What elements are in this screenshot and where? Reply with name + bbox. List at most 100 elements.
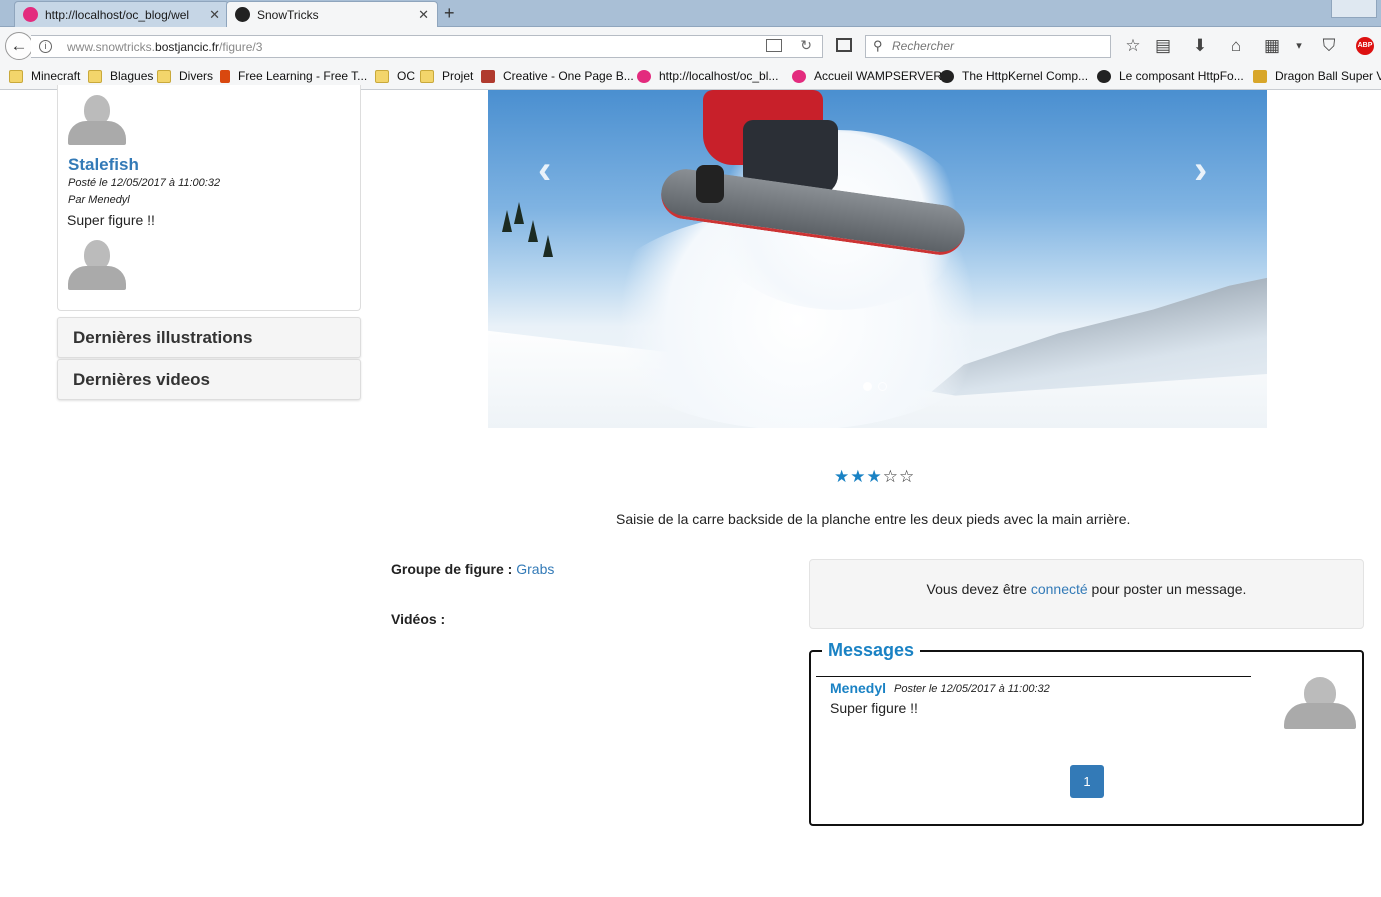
- bookmark-label: The HttpKernel Comp...: [962, 69, 1089, 83]
- carousel-dot[interactable]: [863, 382, 872, 391]
- tab-bar: http://localhost/oc_blog/wel ✕ SnowTrick…: [0, 0, 1381, 27]
- comment-by: Par Menedyl: [68, 194, 130, 206]
- star-empty-icon: ☆: [882, 467, 899, 486]
- folder-icon: [420, 69, 434, 83]
- bookmark-label: OC: [397, 69, 415, 83]
- login-link[interactable]: connecté: [1031, 581, 1088, 597]
- figure-rating: ★★★☆☆: [834, 467, 915, 487]
- extension-icon[interactable]: ▦: [1261, 35, 1283, 57]
- star-filled-icon: ★: [834, 467, 851, 486]
- chevron-down-icon[interactable]: ▾: [1288, 35, 1310, 57]
- latest-comments-panel: Stalefish Posté le 12/05/2017 à 11:00:32…: [57, 85, 361, 311]
- bookmark-item[interactable]: Minecraft: [9, 69, 80, 83]
- figure-group: Groupe de figure : Grabs: [391, 561, 554, 577]
- search-input[interactable]: [892, 39, 1092, 53]
- reader-view-icon[interactable]: [766, 39, 782, 52]
- figure-videos-label: Vidéos :: [391, 611, 446, 627]
- tab-label: SnowTricks: [257, 7, 319, 22]
- wamp-icon: [23, 7, 38, 22]
- bookmark-label: Divers: [179, 69, 214, 83]
- login-notice: Vous devez être connecté pour poster un …: [809, 559, 1364, 629]
- bookmark-star-icon[interactable]: ☆: [1122, 35, 1144, 57]
- pocket-icon[interactable]: ⛉: [1318, 35, 1340, 57]
- tab-localhost-blog[interactable]: http://localhost/oc_blog/wel ✕: [14, 1, 229, 27]
- bookmark-item[interactable]: Accueil WAMPSERVER: [792, 69, 942, 83]
- bookmark-item[interactable]: Projet: [420, 69, 473, 83]
- home-icon[interactable]: ⌂: [1225, 35, 1247, 57]
- figure-carousel[interactable]: ‹ ›: [488, 90, 1267, 428]
- folder-icon: [157, 69, 171, 83]
- tab-label: http://localhost/oc_blog/wel: [45, 7, 190, 22]
- bookmark-label: Minecraft: [31, 69, 81, 83]
- url-text[interactable]: www.snowtricks.bostjancic.fr/figure/3: [67, 40, 262, 54]
- login-notice-text-end: pour poster un message.: [1087, 581, 1247, 597]
- pagination-page-1[interactable]: 1: [1070, 765, 1104, 798]
- packt-icon: [220, 69, 230, 83]
- bookmark-item[interactable]: Creative - One Page B...: [481, 69, 634, 83]
- bookmark-item[interactable]: Le composant HttpFo...: [1097, 69, 1244, 83]
- symfony-icon: [235, 7, 250, 22]
- bookmark-item[interactable]: Dragon Ball Super V: [1253, 69, 1381, 83]
- wamp-icon: [792, 69, 806, 83]
- sidebar-icon[interactable]: [836, 38, 852, 52]
- search-bar[interactable]: ⚲: [865, 35, 1111, 58]
- comment-text: Super figure !!: [67, 212, 155, 228]
- accordion-latest-illustrations[interactable]: Dernières illustrations: [57, 317, 361, 358]
- avatar: [68, 95, 126, 145]
- carousel-prev-icon[interactable]: ‹: [538, 148, 551, 193]
- url-bar[interactable]: i www.snowtricks.bostjancic.fr/figure/3 …: [31, 35, 823, 58]
- bookmark-label: Dragon Ball Super V: [1275, 69, 1381, 83]
- messages-title: Messages: [822, 640, 921, 661]
- window-controls[interactable]: [1331, 0, 1377, 18]
- new-tab-icon[interactable]: +: [444, 3, 455, 24]
- star-empty-icon: ☆: [899, 467, 916, 486]
- navigation-toolbar: ← i www.snowtricks.bostjancic.fr/figure/…: [0, 27, 1381, 64]
- bookmark-item[interactable]: Blagues: [88, 69, 153, 83]
- bookmark-label: Accueil WAMPSERVER: [814, 69, 943, 83]
- adblock-icon[interactable]: ABP: [1356, 37, 1374, 55]
- carousel-next-icon[interactable]: ›: [1194, 148, 1207, 193]
- folder-icon: [9, 69, 23, 83]
- divider: [816, 676, 1251, 677]
- message-author[interactable]: Menedyl: [830, 680, 886, 696]
- avatar: [1284, 677, 1356, 729]
- tab-snowtricks[interactable]: SnowTricks ✕: [226, 1, 438, 27]
- symfony-icon: [940, 69, 954, 83]
- carousel-dot[interactable]: [878, 382, 887, 391]
- bookmark-label: Free Learning - Free T...: [238, 69, 368, 83]
- back-arrow-icon[interactable]: ←: [5, 32, 33, 60]
- dragonball-icon: [1253, 69, 1267, 83]
- bookmark-label: Blagues: [110, 69, 154, 83]
- avatar: [68, 240, 126, 290]
- info-icon[interactable]: i: [39, 40, 52, 53]
- snowboarder-glove: [696, 165, 724, 203]
- comment-author[interactable]: Stalefish: [68, 155, 139, 175]
- carousel-indicators[interactable]: [863, 382, 887, 391]
- bookmark-label: Le composant HttpFo...: [1119, 69, 1244, 83]
- bookmark-item[interactable]: The HttpKernel Comp...: [940, 69, 1088, 83]
- search-icon: ⚲: [873, 38, 883, 53]
- message-text: Super figure !!: [830, 700, 918, 716]
- figure-group-link[interactable]: Grabs: [516, 561, 554, 577]
- figure-videos: Vidéos :: [391, 611, 445, 627]
- folder-icon: [88, 69, 102, 83]
- bookmark-label: Projet: [442, 69, 474, 83]
- message-date: Poster le 12/05/2017 à 11:00:32: [894, 683, 1050, 695]
- close-icon[interactable]: ✕: [418, 7, 429, 23]
- download-icon[interactable]: ⬇: [1189, 35, 1211, 57]
- close-icon[interactable]: ✕: [209, 7, 220, 23]
- figure-description: Saisie de la carre backside de la planch…: [616, 511, 1131, 527]
- bookmark-item[interactable]: Free Learning - Free T...: [220, 69, 367, 83]
- bookmark-item[interactable]: OC: [375, 69, 415, 83]
- bookmarks-menu-icon[interactable]: ▤: [1152, 35, 1174, 57]
- symfony-icon: [1097, 69, 1111, 83]
- reload-icon[interactable]: ↻: [800, 37, 812, 54]
- bookmark-item[interactable]: Divers: [157, 69, 213, 83]
- folder-icon: [375, 69, 389, 83]
- page-content: Stalefish Posté le 12/05/2017 à 11:00:32…: [0, 85, 1381, 897]
- star-filled-icon: ★: [866, 467, 883, 486]
- bookmark-label: http://localhost/oc_bl...: [659, 69, 779, 83]
- login-notice-text: Vous devez être: [926, 581, 1031, 597]
- bookmark-item[interactable]: http://localhost/oc_bl...: [637, 69, 778, 83]
- accordion-latest-videos[interactable]: Dernières videos: [57, 359, 361, 400]
